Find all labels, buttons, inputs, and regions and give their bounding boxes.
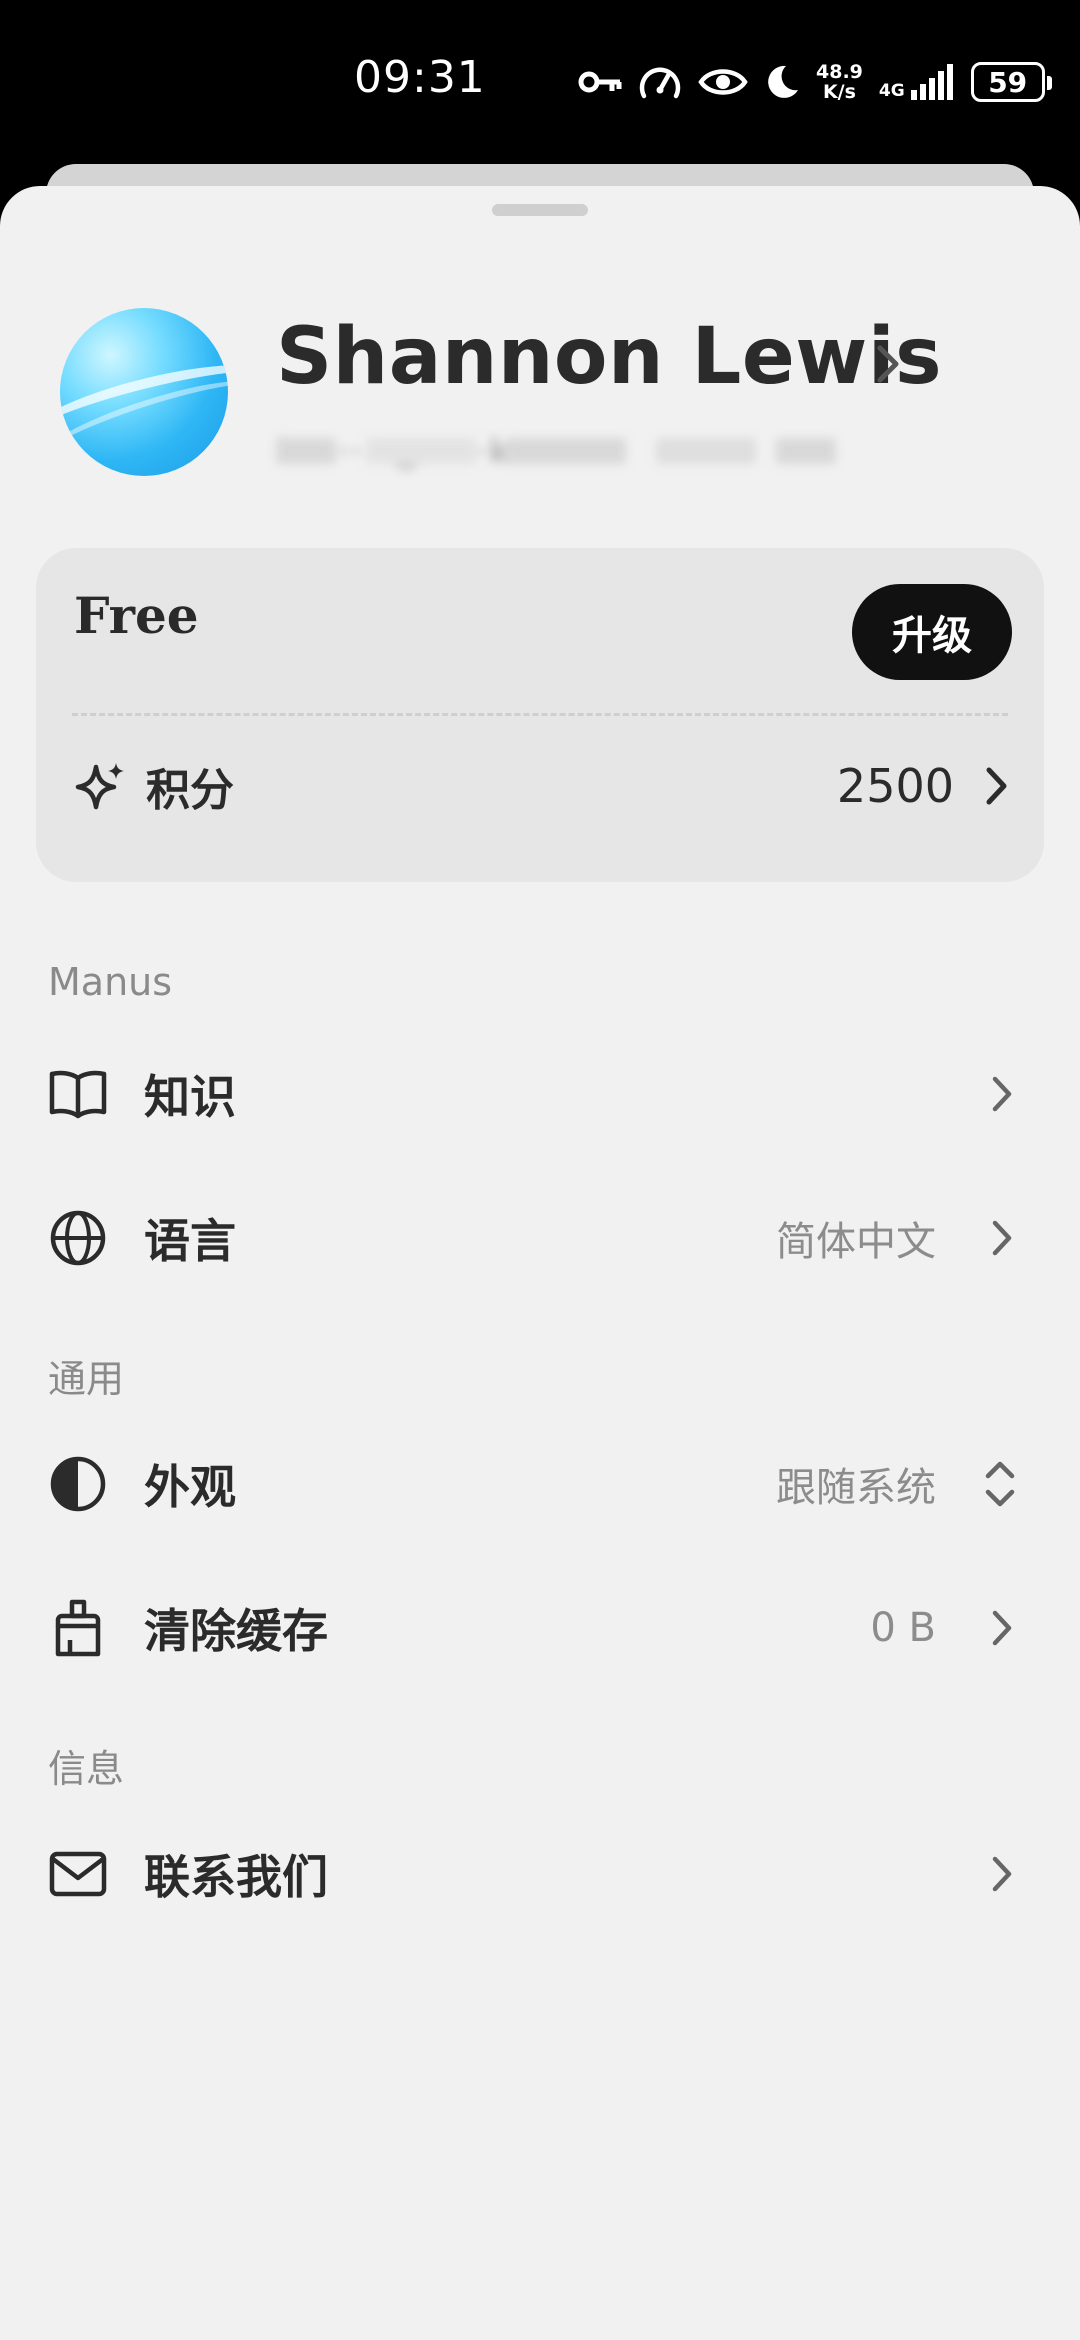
row-label: 清除缓存 (144, 1604, 328, 1658)
eye-icon (698, 64, 748, 100)
battery-level: 59 (988, 65, 1028, 99)
status-bar: 09:31 48.9 K/s 4G 59 (0, 0, 1080, 160)
chevron-right-icon (984, 1208, 1020, 1268)
network-speed-unit: K/s (822, 81, 856, 103)
settings-row-appearance[interactable]: 外观 跟随系统 (0, 1424, 1080, 1544)
chevron-right-icon (984, 1598, 1020, 1658)
section-label-info: 信息 (48, 1747, 125, 1791)
plan-divider (72, 713, 1008, 716)
contrast-icon (48, 1454, 108, 1514)
chevron-right-icon (984, 1064, 1020, 1124)
chevron-right-icon (984, 1844, 1020, 1904)
network-type: 4G (878, 81, 905, 101)
chevron-right-icon[interactable] (874, 342, 902, 390)
settings-row-language[interactable]: 语言 简体中文 (0, 1178, 1080, 1298)
avatar[interactable] (60, 308, 228, 476)
row-value: 简体中文 (776, 1219, 936, 1265)
settings-sheet: Shannon Lewis bra····@·····k.com Free 升级… (0, 186, 1080, 2340)
credits-row[interactable]: 积分 2500 (36, 730, 1044, 842)
section-label-manus: Manus (48, 960, 173, 1004)
settings-row-clear-cache[interactable]: 清除缓存 0 B (0, 1568, 1080, 1688)
settings-row-contact-us[interactable]: 联系我们 (0, 1814, 1080, 1934)
upgrade-button[interactable]: 升级 (852, 584, 1012, 680)
section-label-general: 通用 (48, 1357, 125, 1401)
profile-email: bra····@·····k.com (276, 422, 836, 482)
row-label: 知识 (144, 1070, 236, 1124)
row-label: 外观 (144, 1460, 236, 1514)
plan-name: Free (74, 586, 199, 645)
sparkle-icon (74, 759, 128, 813)
row-label: 语言 (144, 1214, 236, 1268)
credits-label: 积分 (146, 765, 234, 816)
globe-icon (48, 1208, 108, 1268)
settings-row-knowledge[interactable]: 知识 (0, 1034, 1080, 1154)
network-speed: 48.9 K/s (816, 62, 863, 102)
profile-name[interactable]: Shannon Lewis (276, 312, 942, 402)
row-value: 跟随系统 (776, 1465, 936, 1511)
status-icons: 48.9 K/s 4G 59 (578, 52, 1052, 112)
brush-icon (48, 1598, 108, 1658)
signal-icon: 4G (879, 64, 955, 100)
plan-card: Free 升级 积分 2500 (36, 548, 1044, 882)
row-value: 0 B (870, 1605, 936, 1651)
network-speed-value: 48.9 (816, 61, 863, 83)
chevron-right-icon (984, 765, 1010, 807)
status-time: 09:31 (354, 52, 486, 103)
row-label: 联系我们 (144, 1850, 328, 1904)
book-icon (48, 1064, 108, 1124)
battery-icon: 59 (970, 62, 1052, 102)
chevron-up-down-icon (980, 1454, 1020, 1514)
vpn-key-icon (578, 67, 622, 97)
mail-icon (48, 1844, 108, 1904)
moon-icon (764, 63, 800, 101)
credits-value: 2500 (836, 759, 954, 813)
speedometer-icon (638, 62, 682, 102)
sheet-grabber[interactable] (492, 204, 588, 216)
